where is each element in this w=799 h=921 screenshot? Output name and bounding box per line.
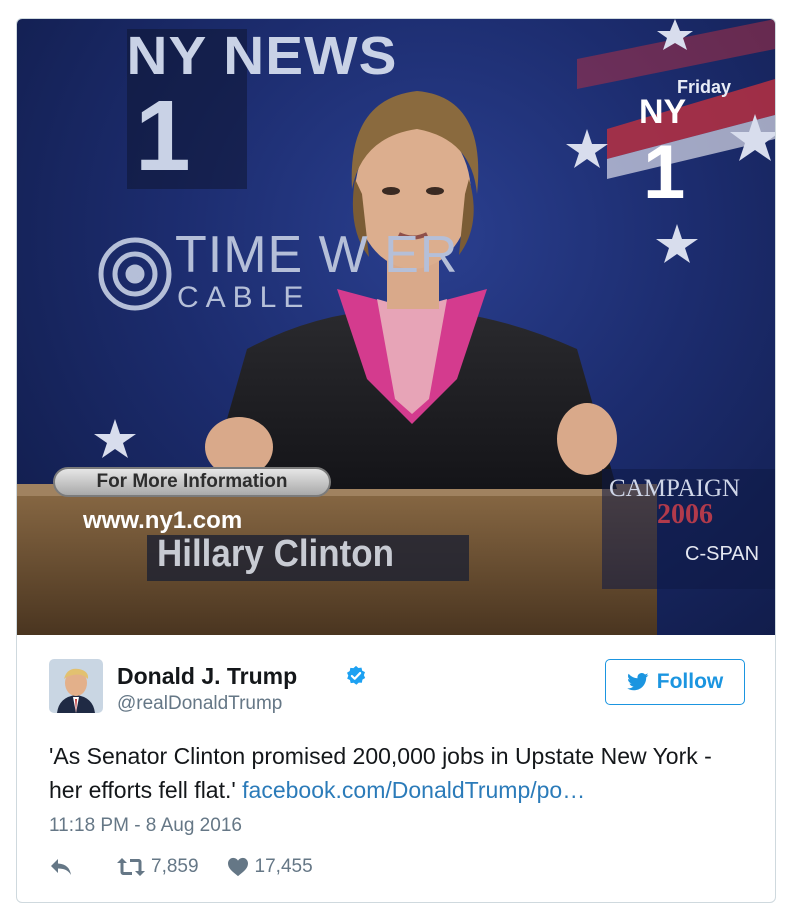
tweet-timestamp[interactable]: 11:18 PM - 8 Aug 2016 bbox=[49, 815, 242, 837]
info-pill: For More Information bbox=[53, 467, 331, 497]
avatar[interactable] bbox=[49, 659, 103, 713]
tweet-actions: 7,859 17,455 bbox=[49, 853, 313, 881]
heart-icon bbox=[227, 857, 248, 877]
author-handle[interactable]: @realDonaldTrump bbox=[117, 693, 282, 715]
cable-logo-icon bbox=[98, 237, 172, 311]
profile-avatar-icon bbox=[49, 659, 103, 713]
broadcast-url: www.ny1.com bbox=[83, 507, 243, 534]
tweet-link[interactable]: facebook.com/DonaldTrump/po… bbox=[242, 777, 585, 803]
retweet-icon bbox=[117, 858, 145, 876]
verified-badge-icon bbox=[345, 665, 367, 692]
tweet-text: 'As Senator Clinton promised 200,000 job… bbox=[49, 739, 749, 807]
lower-third-name: Hillary Clinton bbox=[157, 533, 394, 575]
corner-one: 1 bbox=[643, 130, 686, 215]
follow-button[interactable]: Follow bbox=[605, 659, 745, 705]
corner-ny: NY bbox=[639, 93, 687, 131]
retweet-button[interactable]: 7,859 bbox=[117, 856, 199, 878]
sponsor-subtext: CABLE bbox=[177, 281, 311, 314]
campaign-year: 2006 bbox=[657, 499, 713, 530]
like-count: 17,455 bbox=[254, 856, 313, 877]
reply-button[interactable] bbox=[49, 857, 73, 877]
tweet-media-image[interactable]: NY NEWS 1 Friday NY 1 TIME W ER CABLE Fo… bbox=[17, 19, 775, 635]
sponsor-text: TIME W ER bbox=[175, 226, 459, 284]
tweet-card: NY NEWS 1 Friday NY 1 TIME W ER CABLE Fo… bbox=[16, 18, 776, 903]
like-button[interactable]: 17,455 bbox=[227, 856, 313, 878]
retweet-count: 7,859 bbox=[151, 856, 199, 877]
reply-icon bbox=[51, 859, 71, 875]
channel-logo-text: NY NEWS bbox=[126, 26, 398, 86]
follow-label: Follow bbox=[656, 670, 724, 693]
channel-number: 1 bbox=[135, 80, 191, 192]
author-display-name[interactable]: Donald J. Trump bbox=[117, 663, 297, 690]
twitter-bird-icon bbox=[626, 673, 649, 691]
network-label: C-SPAN bbox=[685, 543, 760, 565]
